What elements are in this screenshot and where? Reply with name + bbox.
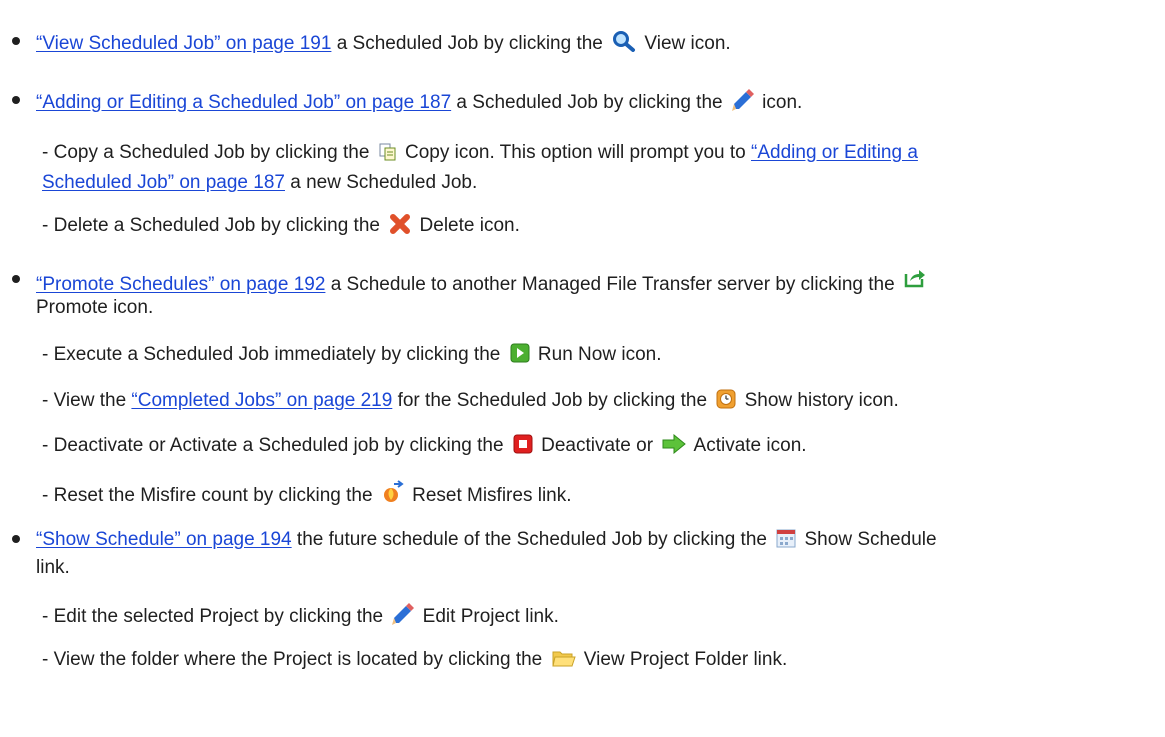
- list-item: “Promote Schedules” on page 192 a Schedu…: [36, 268, 929, 296]
- list-item: - Copy a Scheduled Job by clicking the C…: [42, 142, 918, 163]
- list-item: - View the folder where the Project is l…: [42, 648, 788, 670]
- list-item: - Execute a Scheduled Job immediately by…: [42, 343, 662, 365]
- list-item-continuation: link.: [36, 557, 70, 578]
- magnifier-icon: [612, 30, 636, 52]
- list-item: - Delete a Scheduled Job by clicking the…: [42, 214, 520, 236]
- list-item: - Edit the selected Project by clicking …: [42, 603, 559, 628]
- delete-icon: [389, 214, 411, 234]
- list-item: - View the “Completed Jobs” on page 219 …: [42, 389, 899, 411]
- bullet: [12, 535, 20, 543]
- adding-editing-scheduled-job-link[interactable]: “Adding or Editing a: [751, 142, 918, 163]
- bullet: [12, 37, 20, 45]
- adding-editing-scheduled-job-link-cont[interactable]: Scheduled Job” on page 187: [42, 172, 285, 193]
- promote-icon: [904, 268, 926, 288]
- list-item: - Deactivate or Activate a Scheduled job…: [42, 434, 807, 456]
- list-item-continuation: Promote icon.: [36, 297, 154, 318]
- pencil-icon: [731, 89, 754, 111]
- bullet: [12, 275, 20, 283]
- reset-misfires-icon: [382, 480, 404, 504]
- calendar-icon: [776, 528, 796, 548]
- list-item: “Show Schedule” on page 194 the future s…: [36, 528, 937, 550]
- list-item-continuation: Scheduled Job” on page 187 a new Schedul…: [42, 172, 478, 193]
- activate-icon: [662, 434, 687, 454]
- promote-schedules-link[interactable]: “Promote Schedules” on page 192: [36, 274, 325, 295]
- copy-icon: [379, 143, 397, 161]
- folder-icon: [551, 648, 576, 668]
- list-item: “View Scheduled Job” on page 191 a Sched…: [36, 30, 731, 55]
- list-item: - Reset the Misfire count by clicking th…: [42, 480, 572, 507]
- show-schedule-link[interactable]: “Show Schedule” on page 194: [36, 529, 292, 550]
- list-item: “Adding or Editing a Scheduled Job” on p…: [36, 89, 802, 114]
- run-now-icon: [510, 343, 530, 363]
- deactivate-icon: [513, 434, 533, 454]
- document-page: “View Scheduled Job” on page 191 a Sched…: [0, 0, 1165, 737]
- adding-editing-scheduled-job-link[interactable]: “Adding or Editing a Scheduled Job” on p…: [36, 92, 451, 113]
- pencil-icon: [392, 603, 415, 625]
- completed-jobs-link[interactable]: “Completed Jobs” on page 219: [131, 390, 392, 411]
- view-scheduled-job-link[interactable]: “View Scheduled Job” on page 191: [36, 33, 331, 54]
- history-icon: [716, 389, 736, 409]
- bullet: [12, 96, 20, 104]
